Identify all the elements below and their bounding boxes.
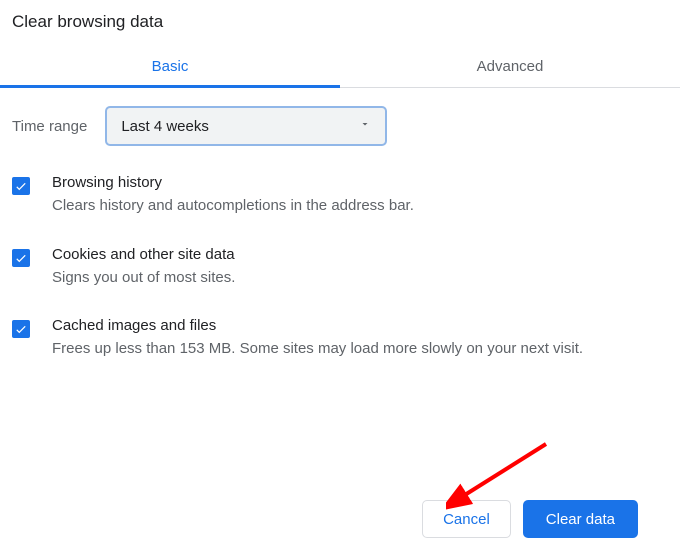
tab-advanced[interactable]: Advanced (340, 46, 680, 87)
clear-browsing-data-dialog: Clear browsing data Basic Advanced Time … (0, 0, 680, 361)
dialog-footer: Cancel Clear data (422, 500, 638, 538)
checkbox-browsing-history[interactable] (12, 177, 30, 195)
check-icon (14, 251, 28, 265)
time-range-value: Last 4 weeks (121, 118, 209, 135)
option-title: Cached images and files (52, 317, 668, 334)
option-text: Cached images and files Frees up less th… (52, 317, 668, 361)
tab-basic-label: Basic (152, 58, 189, 75)
option-title: Browsing history (52, 174, 668, 191)
option-cached: Cached images and files Frees up less th… (12, 317, 668, 361)
tab-advanced-label: Advanced (477, 58, 544, 75)
clear-data-button[interactable]: Clear data (523, 500, 638, 538)
option-desc: Clears history and autocompletions in th… (52, 195, 668, 218)
clear-data-button-label: Clear data (546, 511, 615, 528)
option-text: Browsing history Clears history and auto… (52, 174, 668, 218)
cancel-button[interactable]: Cancel (422, 500, 511, 538)
option-title: Cookies and other site data (52, 246, 668, 263)
tab-basic[interactable]: Basic (0, 46, 340, 87)
time-range-row: Time range Last 4 weeks (12, 106, 668, 146)
check-icon (14, 322, 28, 336)
dialog-body: Time range Last 4 weeks Browsing history… (0, 88, 680, 361)
dialog-title: Clear browsing data (0, 8, 680, 46)
checkbox-cookies[interactable] (12, 249, 30, 267)
option-browsing-history: Browsing history Clears history and auto… (12, 174, 668, 218)
option-desc: Frees up less than 153 MB. Some sites ma… (52, 338, 668, 361)
tab-bar: Basic Advanced (0, 46, 680, 88)
time-range-select[interactable]: Last 4 weeks (105, 106, 387, 146)
option-text: Cookies and other site data Signs you ou… (52, 246, 668, 290)
option-cookies: Cookies and other site data Signs you ou… (12, 246, 668, 290)
checkbox-cached[interactable] (12, 320, 30, 338)
chevron-down-icon (359, 117, 371, 135)
check-icon (14, 179, 28, 193)
time-range-label: Time range (12, 118, 87, 135)
cancel-button-label: Cancel (443, 511, 490, 528)
option-desc: Signs you out of most sites. (52, 267, 668, 290)
